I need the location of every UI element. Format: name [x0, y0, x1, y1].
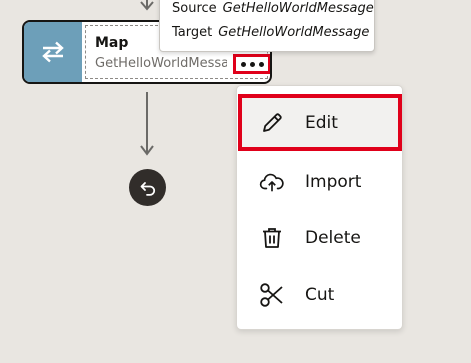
tooltip-target-label: Target	[172, 25, 213, 40]
arrow-down-icon	[140, 1, 154, 11]
tooltip-source-value: GetHelloWorldMessage	[222, 1, 374, 16]
more-dot	[240, 61, 246, 67]
menu-item-cut[interactable]: Cut	[239, 269, 400, 321]
map-node-subtitle: GetHelloWorldMessage	[95, 56, 227, 71]
undo-icon	[140, 181, 155, 196]
integration-canvas: Map GetHelloWorldMessage SourceGetHelloW…	[0, 0, 471, 363]
tooltip-source-label: Source	[172, 1, 217, 16]
pencil-icon	[259, 110, 285, 136]
menu-item-label: Cut	[305, 285, 335, 305]
map-node-title: Map	[95, 35, 129, 51]
menu-item-label: Delete	[305, 228, 361, 248]
context-menu: Edit Import Delete Cut	[236, 85, 403, 330]
tooltip-source-row: Source GetHelloWorldMessage	[172, 1, 374, 16]
scissors-icon	[259, 282, 285, 308]
map-tooltip: Source GetHelloWorldMessage Target GetHell…	[159, 0, 375, 52]
tooltip-target-row: Target GetHelloWorldMessage	[172, 25, 369, 40]
more-dot	[258, 61, 264, 67]
menu-item-label: Edit	[305, 112, 338, 133]
menu-item-edit[interactable]: Edit	[238, 94, 402, 151]
loop-back-button[interactable]	[129, 169, 166, 206]
cloud-upload-icon	[259, 169, 285, 195]
more-dot	[249, 61, 255, 67]
menu-item-label: Import	[305, 172, 362, 192]
menu-item-delete[interactable]: Delete	[239, 212, 400, 264]
more-actions-button[interactable]	[233, 54, 270, 74]
swap-arrows-icon	[24, 22, 82, 82]
arrow-down-icon	[140, 145, 154, 156]
menu-item-import[interactable]: Import	[239, 156, 400, 208]
tooltip-target-value: GetHelloWorldMessage	[218, 25, 370, 40]
trash-icon	[259, 225, 285, 251]
